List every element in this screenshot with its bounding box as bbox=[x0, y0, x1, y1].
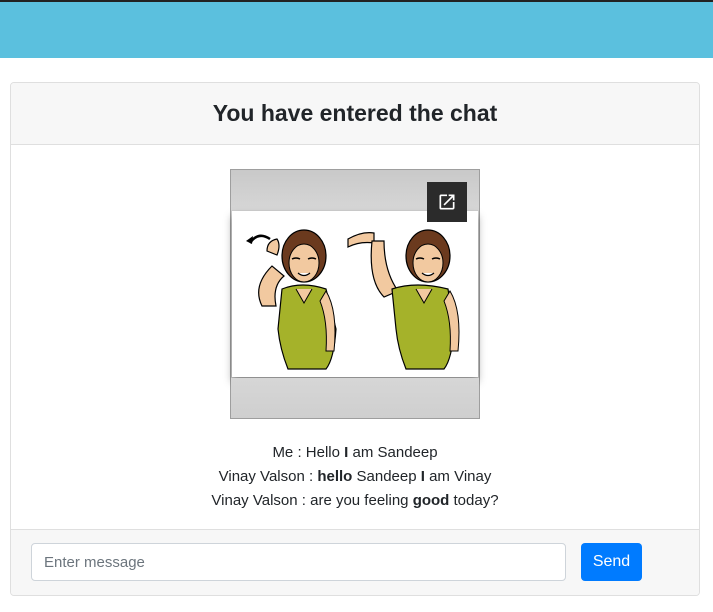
message-text: am Sandeep bbox=[348, 444, 438, 461]
sign-language-video[interactable] bbox=[230, 169, 480, 419]
open-in-new-icon[interactable] bbox=[427, 182, 467, 222]
chat-header: You have entered the chat bbox=[11, 83, 699, 145]
chat-card: You have entered the chat Me: Hello I a… bbox=[10, 82, 700, 596]
message-list: Me : Hello I am Sandeep Vinay Valson : he… bbox=[11, 441, 699, 513]
message-text: Hello bbox=[305, 444, 345, 461]
sign-language-illustration bbox=[246, 229, 460, 370]
message-text: am Vinay bbox=[424, 468, 492, 485]
message-line: Vinay Valson : hello Sandeep I am Vinay bbox=[11, 465, 699, 489]
message-separator: : bbox=[297, 492, 311, 509]
message-separator: : bbox=[293, 444, 306, 461]
message-text: are you feeling bbox=[310, 492, 413, 509]
message-text: good bbox=[412, 492, 450, 509]
message-input[interactable] bbox=[31, 543, 566, 581]
message-text: hello bbox=[317, 468, 353, 485]
message-sender: Vinay Valson bbox=[211, 492, 298, 509]
send-button[interactable]: Send bbox=[581, 543, 642, 581]
message-line: Me : Hello I am Sandeep bbox=[11, 441, 699, 465]
message-text: today? bbox=[449, 492, 499, 509]
chat-body: Me : Hello I am Sandeep Vinay Valson : he… bbox=[11, 145, 699, 530]
chat-title: You have entered the chat bbox=[212, 100, 498, 126]
sign-illustration bbox=[232, 211, 478, 377]
message-sender: Vinay Valson bbox=[218, 468, 305, 485]
composer: Send bbox=[11, 529, 699, 595]
message-sender: Me bbox=[272, 444, 294, 461]
message-text: Sandeep bbox=[352, 468, 421, 485]
message-separator: : bbox=[304, 468, 318, 485]
message-line: Vinay Valson : are you feeling good toda… bbox=[11, 489, 699, 513]
top-navbar bbox=[0, 0, 713, 58]
